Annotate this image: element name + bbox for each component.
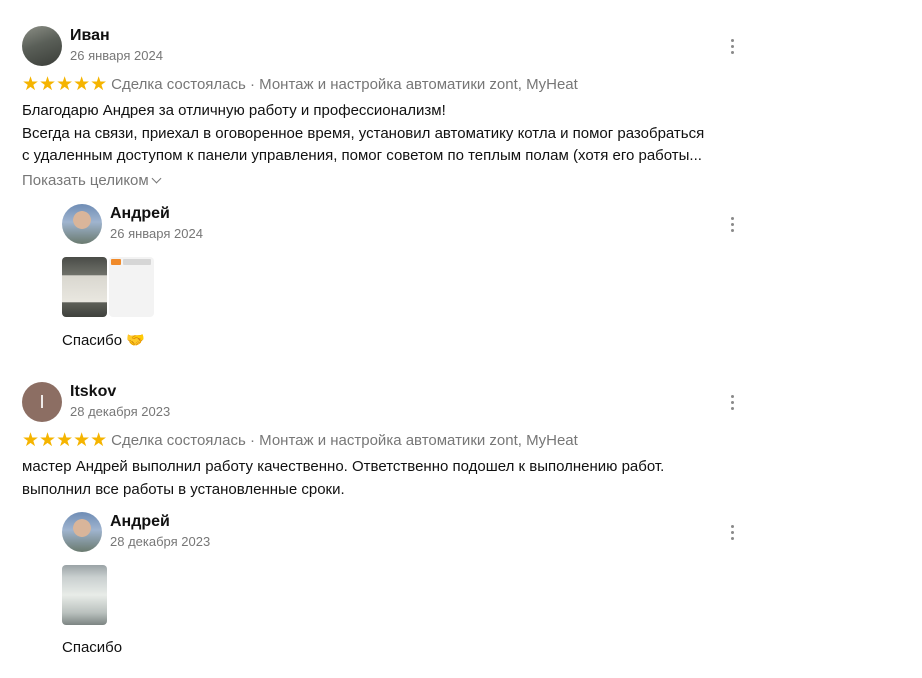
avatar[interactable]: I: [22, 382, 62, 422]
review-meta: ★★★★★ Сделка состоялась · Монтаж и настро…: [22, 431, 742, 451]
avatar[interactable]: [62, 204, 102, 244]
deal-info: Сделка состоялась · Монтаж и настройка а…: [111, 432, 578, 449]
review-text-line: Благодарю Андрея за отличную работу и пр…: [22, 102, 446, 119]
reply-card: Андрей 28 декабря 2023 Спасибо: [62, 512, 742, 656]
reply-text: Спасибо 🤝: [62, 332, 145, 349]
reply-photos: [62, 257, 742, 317]
review-text-line: Всегда на связи, приехал в оговоренное в…: [22, 124, 705, 142]
review-text: Благодарю Андрея за отличную работу и пр…: [22, 100, 738, 168]
cabinet-photo[interactable]: [62, 565, 107, 625]
review-date: 28 декабря 2023: [70, 404, 171, 419]
avatar[interactable]: [62, 512, 102, 552]
review-meta: ★★★★★ Сделка состоялась · Монтаж и настро…: [22, 75, 742, 95]
reply-author[interactable]: Андрей: [110, 513, 170, 531]
review-text-line: мастер Андрей выполнил работу качественн…: [22, 458, 665, 475]
review-text: мастер Андрей выполнил работу качественн…: [22, 456, 738, 501]
reply-author[interactable]: Андрей: [110, 205, 170, 223]
rating-stars: ★★★★★: [22, 74, 108, 95]
reply-date: 26 января 2024: [110, 226, 203, 241]
more-vertical-icon[interactable]: [722, 214, 742, 234]
more-vertical-icon[interactable]: [722, 392, 742, 412]
reply-card: Андрей 26 января 2024 Спасибо 🤝: [62, 204, 742, 349]
review-text-line: выполнил все работы в установленные срок…: [22, 480, 345, 498]
review-text-line: с удаленным доступом к панели управления…: [22, 147, 702, 164]
review-date: 26 января 2024: [70, 48, 163, 63]
boiler-photo[interactable]: [62, 257, 107, 317]
avatar[interactable]: [22, 26, 62, 66]
app-screenshot[interactable]: [109, 257, 154, 317]
more-vertical-icon[interactable]: [722, 522, 742, 542]
reply-photos: [62, 565, 742, 625]
reply-date: 28 декабря 2023: [110, 534, 211, 549]
more-vertical-icon[interactable]: [722, 36, 742, 56]
deal-info: Сделка состоялась · Монтаж и настройка а…: [111, 76, 578, 93]
review-card: Иван 26 января 2024 ★★★★★ Сделка состояла…: [22, 26, 742, 190]
chevron-down-icon: [151, 173, 162, 183]
review-author[interactable]: Иван: [70, 27, 110, 45]
rating-stars: ★★★★★: [22, 430, 108, 451]
reply-text: Спасибо: [62, 639, 123, 656]
review-author[interactable]: Itskov: [70, 383, 116, 401]
show-full-label: Показать целиком: [22, 171, 149, 189]
review-card: I Itskov 28 декабря 2023 ★★★★★ Сделка сос…: [22, 382, 742, 501]
show-full-button[interactable]: Показать целиком: [22, 171, 162, 189]
